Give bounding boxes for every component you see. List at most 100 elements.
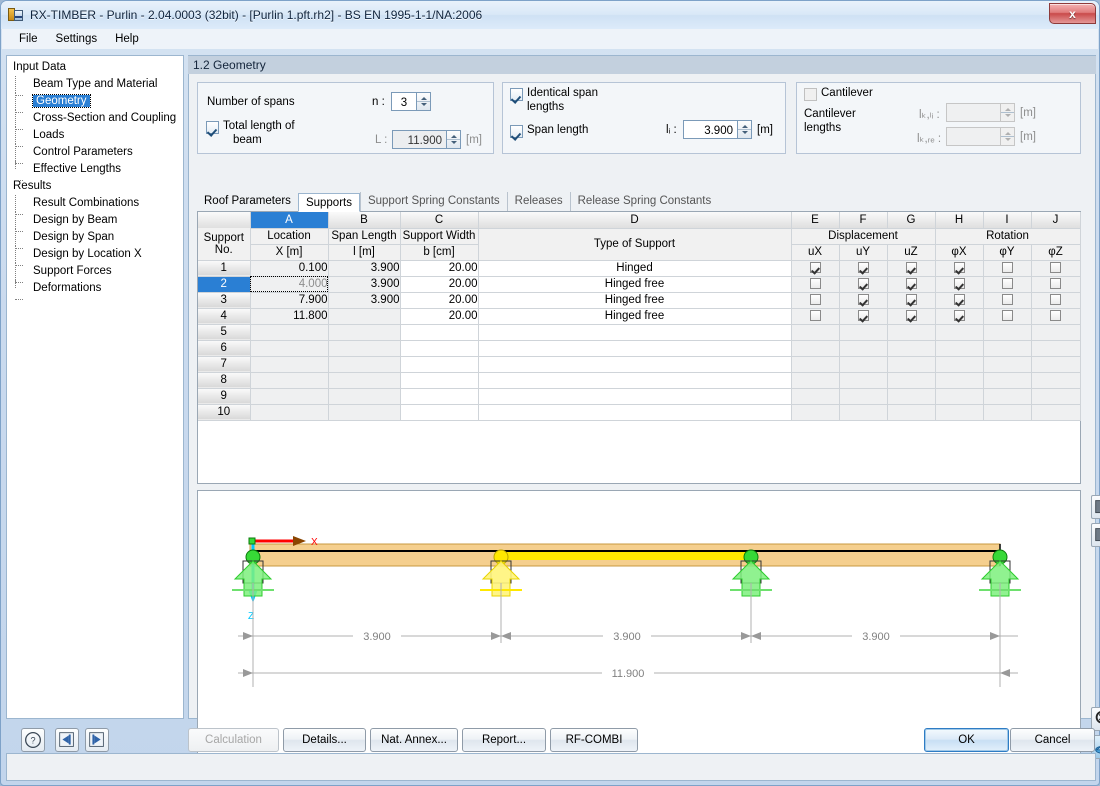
cell-phiy[interactable] bbox=[983, 372, 1032, 389]
rf-combi-button[interactable]: RF-COMBI bbox=[550, 728, 638, 752]
cell-location[interactable] bbox=[250, 404, 329, 421]
table-row[interactable]: 1 0.100 3.900 20.00 Hinged bbox=[198, 260, 1081, 277]
row-header-4[interactable]: 4 bbox=[198, 308, 251, 325]
row-header-8[interactable]: 8 bbox=[198, 372, 251, 389]
sidebar-item-design-by-beam[interactable]: Design by Beam bbox=[11, 212, 183, 232]
column-header-d[interactable]: D bbox=[478, 212, 792, 229]
previous-icon[interactable] bbox=[55, 728, 79, 752]
total-length-input[interactable] bbox=[392, 130, 447, 149]
checkbox-phix[interactable] bbox=[953, 261, 965, 273]
table-row[interactable]: 2 4.000 3.900 20.00 Hinged free bbox=[198, 276, 1081, 293]
cell-phix[interactable] bbox=[935, 292, 984, 309]
table-row[interactable]: 3 7.900 3.900 20.00 Hinged free bbox=[198, 292, 1081, 309]
checkbox-phix[interactable] bbox=[953, 293, 965, 305]
column-header-a[interactable]: A bbox=[250, 212, 329, 229]
column-header-c[interactable]: C bbox=[400, 212, 479, 229]
number-of-spans-stepper[interactable] bbox=[417, 92, 431, 111]
column-header-i[interactable]: I bbox=[983, 212, 1032, 229]
cell-type-of-support[interactable] bbox=[478, 356, 792, 373]
span-length-stepper[interactable] bbox=[738, 120, 752, 139]
checkbox-phiy[interactable] bbox=[1001, 277, 1013, 289]
column-header-b[interactable]: B bbox=[328, 212, 401, 229]
checkbox-uz[interactable] bbox=[905, 261, 917, 273]
cell-phix[interactable] bbox=[935, 308, 984, 325]
print-graphic-icon[interactable] bbox=[1091, 523, 1100, 547]
span-length-input[interactable] bbox=[683, 120, 738, 139]
checkbox-phix[interactable] bbox=[953, 277, 965, 289]
checkbox-uy[interactable] bbox=[857, 293, 869, 305]
sidebar-item-support-forces[interactable]: Support Forces bbox=[11, 263, 183, 283]
cell-ux[interactable] bbox=[791, 340, 840, 357]
cell-type-of-support[interactable]: Hinged bbox=[478, 260, 792, 277]
supports-table[interactable]: A B C D E F G H I J Support No. Location… bbox=[197, 211, 1081, 484]
cell-location[interactable]: 11.800 bbox=[250, 308, 329, 325]
cell-uz[interactable] bbox=[887, 356, 936, 373]
cell-phix[interactable] bbox=[935, 260, 984, 277]
row-header-10[interactable]: 10 bbox=[198, 404, 251, 421]
cell-phiy[interactable] bbox=[983, 356, 1032, 373]
sidebar-item-cross-section-and-coupling[interactable]: Cross-Section and Coupling bbox=[11, 110, 183, 130]
table-row[interactable]: 8 bbox=[198, 372, 1081, 389]
cell-phix[interactable] bbox=[935, 324, 984, 341]
cell-type-of-support[interactable] bbox=[478, 340, 792, 357]
checkbox-uy[interactable] bbox=[857, 277, 869, 289]
menu-item-file[interactable]: File bbox=[10, 31, 47, 47]
cell-uz[interactable] bbox=[887, 292, 936, 309]
cell-phiz[interactable] bbox=[1031, 260, 1081, 277]
tab-releases[interactable]: Releases bbox=[506, 192, 570, 211]
checkbox-ux[interactable] bbox=[809, 309, 821, 321]
row-header-1[interactable]: 1 bbox=[198, 260, 251, 277]
cell-span-length[interactable]: 3.900 bbox=[328, 292, 401, 309]
cell-ux[interactable] bbox=[791, 276, 840, 293]
cell-location[interactable] bbox=[250, 324, 329, 341]
cell-support-width[interactable]: 20.00 bbox=[400, 276, 479, 293]
copy-to-clipboard-icon[interactable] bbox=[1091, 495, 1100, 519]
navigation-tree[interactable]: Input Data Beam Type and Material Geomet… bbox=[6, 55, 184, 719]
sidebar-item-geometry[interactable]: Geometry bbox=[11, 93, 183, 113]
number-of-spans-input[interactable] bbox=[391, 92, 417, 111]
close-icon[interactable]: x bbox=[1049, 3, 1096, 24]
cell-phiy[interactable] bbox=[983, 260, 1032, 277]
cell-phiy[interactable] bbox=[983, 404, 1032, 421]
cell-span-length[interactable] bbox=[328, 356, 401, 373]
checkbox-phiz[interactable] bbox=[1050, 309, 1061, 321]
cell-uy[interactable] bbox=[839, 276, 888, 293]
cell-phiy[interactable] bbox=[983, 276, 1032, 293]
checkbox-phiz[interactable] bbox=[1050, 277, 1061, 289]
cell-span-length[interactable] bbox=[328, 340, 401, 357]
cell-uy[interactable] bbox=[839, 340, 888, 357]
cell-uz[interactable] bbox=[887, 404, 936, 421]
menu-item-settings[interactable]: Settings bbox=[47, 31, 107, 47]
cell-location[interactable] bbox=[250, 388, 329, 405]
cell-phiz[interactable] bbox=[1031, 276, 1081, 293]
cell-type-of-support[interactable]: Hinged free bbox=[478, 276, 792, 293]
cell-support-width[interactable] bbox=[400, 404, 479, 421]
cell-uy[interactable] bbox=[839, 324, 888, 341]
cell-phiz[interactable] bbox=[1031, 324, 1081, 341]
sidebar-item-result-combinations[interactable]: Result Combinations bbox=[11, 195, 183, 215]
sidebar-item-effective-lengths[interactable]: Effective Lengths bbox=[11, 161, 183, 181]
cell-phiy[interactable] bbox=[983, 308, 1032, 325]
cell-support-width[interactable] bbox=[400, 372, 479, 389]
row-header-7[interactable]: 7 bbox=[198, 356, 251, 373]
cell-uy[interactable] bbox=[839, 308, 888, 325]
cell-location[interactable]: 0.100 bbox=[250, 260, 329, 277]
column-header-e[interactable]: E bbox=[791, 212, 840, 229]
cell-type-of-support[interactable]: Hinged free bbox=[478, 308, 792, 325]
cell-phix[interactable] bbox=[935, 388, 984, 405]
details-button[interactable]: Details... bbox=[283, 728, 366, 752]
cell-support-width[interactable]: 20.00 bbox=[400, 292, 479, 309]
cell-span-length[interactable] bbox=[328, 324, 401, 341]
cell-uz[interactable] bbox=[887, 324, 936, 341]
table-row[interactable]: 5 bbox=[198, 324, 1081, 341]
identical-span-lengths-checkbox[interactable] bbox=[510, 88, 523, 101]
row-header-5[interactable]: 5 bbox=[198, 324, 251, 341]
cell-support-width[interactable]: 20.00 bbox=[400, 260, 479, 277]
cell-phiz[interactable] bbox=[1031, 356, 1081, 373]
cell-uy[interactable] bbox=[839, 404, 888, 421]
table-row[interactable]: 9 bbox=[198, 388, 1081, 405]
cell-phiz[interactable] bbox=[1031, 372, 1081, 389]
cell-phiy[interactable] bbox=[983, 340, 1032, 357]
column-header-g[interactable]: G bbox=[887, 212, 936, 229]
checkbox-ux[interactable] bbox=[809, 261, 821, 273]
